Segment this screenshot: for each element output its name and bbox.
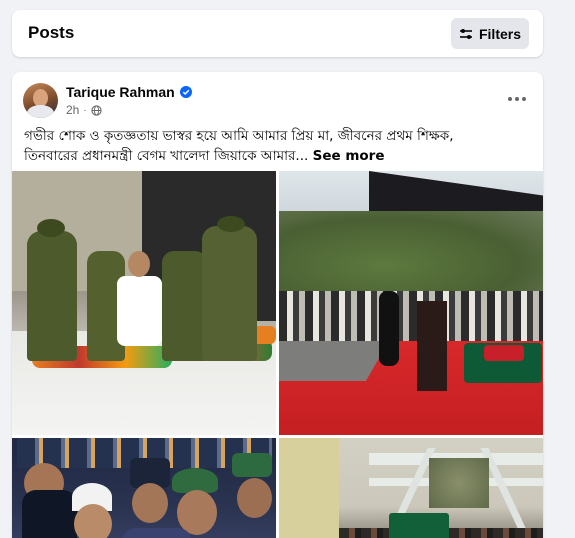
avatar[interactable] xyxy=(23,83,58,118)
filters-icon xyxy=(459,28,472,39)
see-more-link[interactable]: See more xyxy=(313,148,385,164)
separator-dot: · xyxy=(83,104,87,116)
author-name[interactable]: Tarique Rahman xyxy=(66,84,175,100)
more-icon xyxy=(508,97,512,101)
posts-header: Posts Filters xyxy=(12,10,543,57)
post-card: Tarique Rahman 2h · গভীর শোক ও কৃতজ্ঞতায… xyxy=(12,72,543,538)
post-caption: গভীর শোক ও কৃতজ্ঞতায় ভাস্বর হয়ে আমি আম… xyxy=(24,126,534,166)
filters-label: Filters xyxy=(478,25,521,42)
more-options-button[interactable] xyxy=(503,88,531,110)
post-time[interactable]: 2h xyxy=(66,103,79,117)
post-photo-3[interactable] xyxy=(12,438,276,538)
caption-line-2: তিনবারের প্রধানমন্ত্রী বেগম খালেদা জিয়া… xyxy=(24,148,309,164)
caption-line-1: গভীর শোক ও কৃতজ্ঞতায় ভাস্বর হয়ে আমি আম… xyxy=(24,128,454,144)
post-photo-2[interactable] xyxy=(279,171,543,435)
page-title: Posts xyxy=(28,23,75,42)
verified-badge-icon xyxy=(179,86,192,98)
post-photo-4[interactable] xyxy=(279,438,543,538)
globe-icon xyxy=(91,104,102,116)
filters-button[interactable]: Filters xyxy=(451,18,529,49)
post-photo-1[interactable] xyxy=(12,171,276,435)
